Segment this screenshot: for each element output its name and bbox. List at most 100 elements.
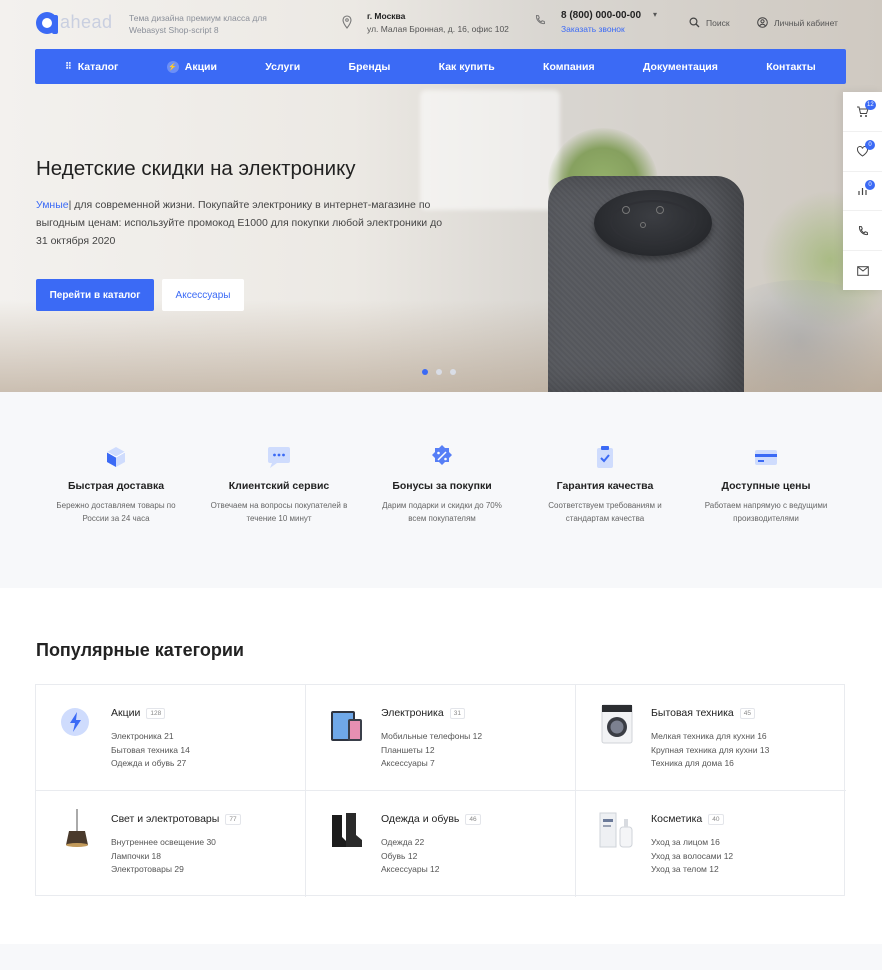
categories-grid: Акции 128 Электроника 21 Бытовая техника… <box>35 684 846 897</box>
subcategory-link[interactable]: Внутреннее освещение 30 <box>111 836 216 850</box>
search-button[interactable]: Поиск <box>689 17 730 28</box>
category-title-link[interactable]: Одежда и обувь 46 <box>381 813 481 825</box>
subcategory-link[interactable]: Электротовары 29 <box>111 863 216 877</box>
footer-strip <box>0 944 882 970</box>
favorites-count-badge: 0 <box>865 139 875 150</box>
feature-title: Бонусы за покупки <box>392 480 492 492</box>
tablet-icon <box>331 711 362 741</box>
header-phone[interactable]: 8 (800) 000-00-00 <box>561 10 641 21</box>
hero-background-floor <box>0 300 882 392</box>
slider-dot[interactable] <box>436 369 442 375</box>
compare-count-badge: 0 <box>865 179 875 190</box>
category-card-lighting[interactable]: Свет и электротовары 77 Внутреннее освещ… <box>36 791 306 897</box>
category-title-link[interactable]: Бытовая техника 45 <box>651 707 755 719</box>
subcategory-link[interactable]: Мобильные телефоны 12 <box>381 730 482 744</box>
nav-item-label: Контакты <box>766 60 816 73</box>
nav-item-company[interactable]: Компания <box>543 61 595 73</box>
feature-title: Быстрая доставка <box>67 480 165 492</box>
feature-text: Отвечаем на вопросы покупателей в течени… <box>210 501 348 523</box>
nav-item-label: Услуги <box>265 60 301 73</box>
category-name: Свет и электротовары <box>111 813 220 825</box>
category-card-electronics[interactable]: Электроника 31 Мобильные телефоны 12 Пла… <box>306 685 576 791</box>
floating-side-panel: 12 0 0 <box>843 92 882 290</box>
feature-text: Дарим подарки и скидки до 70% всем покуп… <box>382 501 502 523</box>
category-count-badge: 77 <box>225 813 241 825</box>
subcategory-link[interactable]: Планшеты 12 <box>381 744 482 758</box>
feature-text: Бережно доставляем товары по России за 2… <box>56 501 176 523</box>
go-to-catalog-button[interactable]: Перейти в каталог <box>36 279 154 311</box>
subcategory-link[interactable]: Электроника 21 <box>111 730 190 744</box>
subcategory-link[interactable]: Аксессуары 12 <box>381 863 440 877</box>
category-name: Бытовая техника <box>651 707 734 719</box>
hero-background-window <box>420 90 560 210</box>
side-cart-button[interactable]: 12 <box>843 92 882 132</box>
search-label: Поиск <box>706 17 730 28</box>
site-header: ahead Тема дизайна премиум класса для We… <box>0 0 882 48</box>
subcategory-link[interactable]: Бытовая техника 14 <box>111 744 190 758</box>
phone-icon <box>858 225 868 235</box>
subcategory-link[interactable]: Уход за телом 12 <box>651 863 733 877</box>
feature-bonuses: Бонусы за покупки Дарим подарки и скидки… <box>372 444 512 525</box>
category-count-badge: 45 <box>739 707 755 719</box>
nav-item-services[interactable]: Услуги <box>265 61 300 73</box>
main-navigation: ⠿ Каталог ⚡ Акции Услуги Бренды Как купи… <box>35 49 846 84</box>
subcategory-link[interactable]: Крупная техника для кухни 13 <box>651 744 769 758</box>
search-icon <box>689 17 700 28</box>
category-title-link[interactable]: Свет и электротовары 77 <box>111 813 241 825</box>
percent-badge-icon <box>432 445 452 465</box>
subcategory-list: Внутреннее освещение 30 Лампочки 18 Элек… <box>111 836 216 877</box>
nav-item-brands[interactable]: Бренды <box>349 61 391 73</box>
phone-dropdown-caret-icon[interactable]: ▾ <box>653 10 657 19</box>
nav-item-promotions[interactable]: ⚡ Акции <box>166 60 217 73</box>
subcategory-link[interactable]: Аксессуары 7 <box>381 757 482 771</box>
feature-title: Доступные цены <box>721 480 811 492</box>
category-title-link[interactable]: Электроника 31 <box>381 707 465 719</box>
side-favorites-button[interactable]: 0 <box>843 132 882 172</box>
subcategory-link[interactable]: Обувь 12 <box>381 850 440 864</box>
feature-text: Соответствуем требованиям и стандартам к… <box>548 501 662 523</box>
category-card-appliances[interactable]: Бытовая техника 45 Мелкая техника для ку… <box>576 685 846 791</box>
slider-pagination <box>422 369 456 375</box>
phone-icon <box>535 14 546 25</box>
accessories-button[interactable]: Аксессуары <box>162 279 244 311</box>
slider-dot[interactable] <box>450 369 456 375</box>
boots-icon <box>332 813 362 847</box>
washing-machine-icon <box>601 704 633 744</box>
subcategory-list: Электроника 21 Бытовая техника 14 Одежда… <box>111 730 190 771</box>
logo-text[interactable]: ahead <box>60 12 113 33</box>
hero-description-text: | для современной жизни. Покупайте элект… <box>36 199 443 247</box>
site-tagline: Тема дизайна премиум класса для Webasyst… <box>129 13 267 35</box>
nav-item-label: Компания <box>543 60 595 73</box>
feature-delivery: Быстрая доставка Бережно доставляем това… <box>46 444 186 525</box>
feature-support: Клиентский сервис Отвечаем на вопросы по… <box>209 444 349 525</box>
nav-item-how-to-buy[interactable]: Как купить <box>439 61 495 73</box>
nav-item-catalog[interactable]: ⠿ Каталог <box>65 61 118 73</box>
header-address: ул. Малая Бронная, д. 16, офис 102 <box>367 24 509 34</box>
category-card-clothing[interactable]: Одежда и обувь 46 Одежда 22 Обувь 12 Акс… <box>306 791 576 897</box>
subcategory-link[interactable]: Уход за лицом 16 <box>651 836 733 850</box>
nav-item-documentation[interactable]: Документация <box>643 61 718 73</box>
category-title-link[interactable]: Акции 128 <box>111 707 166 719</box>
subcategory-link[interactable]: Уход за волосами 12 <box>651 850 733 864</box>
subcategory-link[interactable]: Мелкая техника для кухни 16 <box>651 730 769 744</box>
header-city[interactable]: г. Москва <box>367 11 405 21</box>
category-card-cosmetics[interactable]: Косметика 40 Уход за лицом 16 Уход за во… <box>576 791 846 897</box>
subcategory-link[interactable]: Одежда и обувь 27 <box>111 757 190 771</box>
feature-title: Гарантия качества <box>556 480 654 492</box>
slider-dot[interactable] <box>422 369 428 375</box>
side-call-button[interactable] <box>843 211 882 252</box>
nav-item-contacts[interactable]: Контакты <box>766 61 816 73</box>
user-icon <box>757 17 768 28</box>
subcategory-link[interactable]: Техника для дома 16 <box>651 757 769 771</box>
logo-icon[interactable] <box>36 12 58 34</box>
subcategory-link[interactable]: Одежда 22 <box>381 836 440 850</box>
category-title-link[interactable]: Косметика 40 <box>651 813 724 825</box>
category-card-promotions[interactable]: Акции 128 Электроника 21 Бытовая техника… <box>36 685 306 791</box>
subcategory-link[interactable]: Лампочки 18 <box>111 850 216 864</box>
nav-item-label: Каталог <box>77 60 119 73</box>
callback-link[interactable]: Заказать звонок <box>561 24 625 34</box>
account-button[interactable]: Личный кабинет <box>757 17 838 28</box>
side-compare-button[interactable]: 0 <box>843 172 882 212</box>
subcategory-list: Одежда 22 Обувь 12 Аксессуары 12 <box>381 836 440 877</box>
side-mail-button[interactable] <box>843 251 882 290</box>
